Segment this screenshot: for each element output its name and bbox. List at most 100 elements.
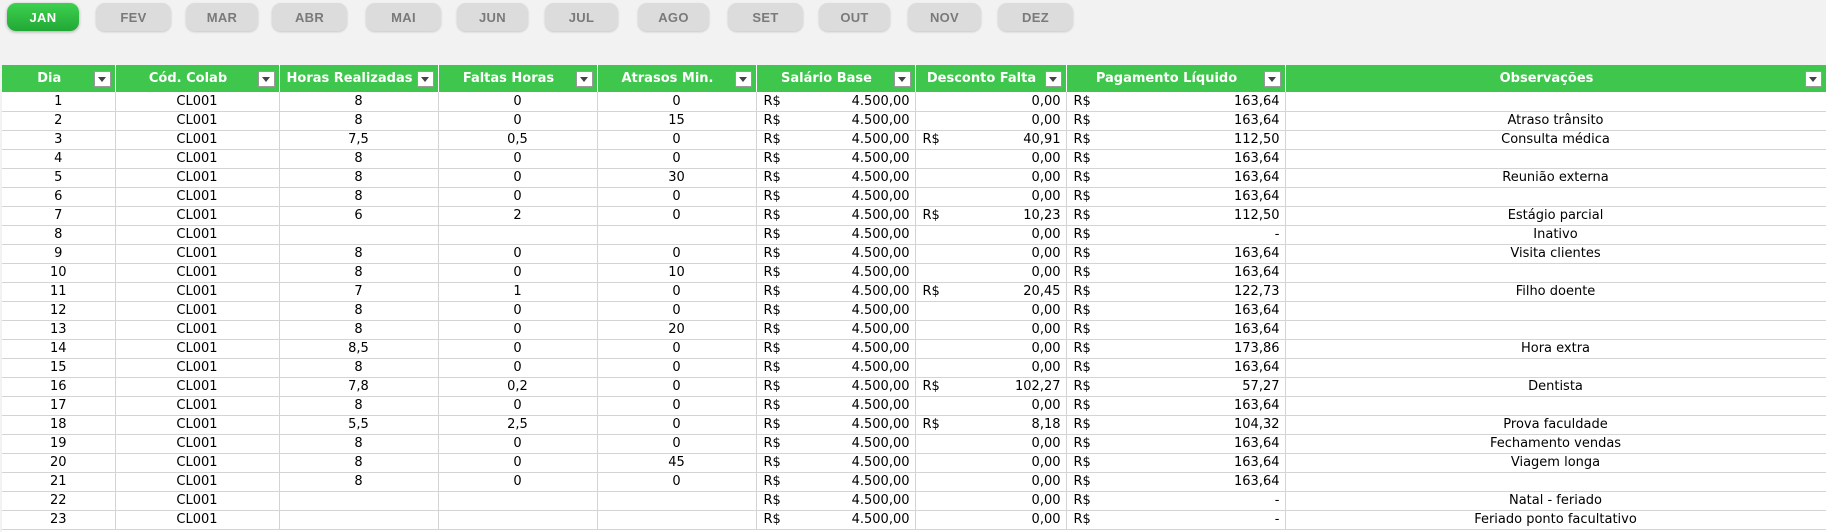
cell-cod-colab[interactable]: CL001 <box>115 168 280 188</box>
cell-observacoes[interactable] <box>1285 358 1826 378</box>
cell-desconto-falta[interactable]: 0,00 <box>915 168 1067 188</box>
cell-desconto-falta[interactable]: 0,00 <box>915 472 1067 492</box>
cell-faltas-horas[interactable]: 2,5 <box>438 415 598 435</box>
cell-cod-colab[interactable]: CL001 <box>115 434 280 454</box>
cell-faltas-horas[interactable] <box>438 491 598 511</box>
cell-atrasos-min[interactable]: 10 <box>597 263 757 283</box>
cell-salario-base[interactable]: R$ 4.500,00 <box>756 453 916 473</box>
cell-dia[interactable]: 9 <box>2 244 116 264</box>
cell-observacoes[interactable] <box>1285 187 1826 207</box>
cell-observacoes[interactable] <box>1285 92 1826 112</box>
cell-observacoes[interactable] <box>1285 396 1826 416</box>
cell-salario-base[interactable]: R$ 4.500,00 <box>756 358 916 378</box>
cell-pagamento-liquido[interactable]: R$ 163,64 <box>1066 92 1286 112</box>
cell-observacoes[interactable]: Fechamento vendas <box>1285 434 1826 454</box>
cell-atrasos-min[interactable]: 0 <box>597 434 757 454</box>
cell-horas-realizadas[interactable]: 8 <box>279 320 439 340</box>
cell-faltas-horas[interactable]: 0 <box>438 358 598 378</box>
cell-observacoes[interactable]: Visita clientes <box>1285 244 1826 264</box>
cell-salario-base[interactable]: R$ 4.500,00 <box>756 263 916 283</box>
cell-desconto-falta[interactable]: 0,00 <box>915 358 1067 378</box>
cell-pagamento-liquido[interactable]: R$ - <box>1066 491 1286 511</box>
cell-atrasos-min[interactable]: 0 <box>597 358 757 378</box>
filter-dropdown-icon[interactable] <box>257 71 275 87</box>
cell-observacoes[interactable]: Estágio parcial <box>1285 206 1826 226</box>
cell-horas-realizadas[interactable]: 8 <box>279 472 439 492</box>
cell-horas-realizadas[interactable]: 7,8 <box>279 377 439 397</box>
cell-atrasos-min[interactable]: 20 <box>597 320 757 340</box>
cell-pagamento-liquido[interactable]: R$ 163,64 <box>1066 320 1286 340</box>
cell-dia[interactable]: 4 <box>2 149 116 169</box>
cell-atrasos-min[interactable]: 0 <box>597 282 757 302</box>
cell-pagamento-liquido[interactable]: R$ 163,64 <box>1066 149 1286 169</box>
cell-cod-colab[interactable]: CL001 <box>115 377 280 397</box>
cell-pagamento-liquido[interactable]: R$ 112,50 <box>1066 130 1286 150</box>
cell-faltas-horas[interactable] <box>438 510 598 530</box>
cell-observacoes[interactable]: Prova faculdade <box>1285 415 1826 435</box>
filter-dropdown-icon[interactable] <box>1263 71 1281 87</box>
cell-cod-colab[interactable]: CL001 <box>115 472 280 492</box>
cell-faltas-horas[interactable]: 0 <box>438 320 598 340</box>
cell-observacoes[interactable] <box>1285 301 1826 321</box>
cell-atrasos-min[interactable] <box>597 225 757 245</box>
cell-salario-base[interactable]: R$ 4.500,00 <box>756 206 916 226</box>
cell-faltas-horas[interactable]: 0 <box>438 92 598 112</box>
cell-dia[interactable]: 23 <box>2 510 116 530</box>
cell-observacoes[interactable]: Viagem longa <box>1285 453 1826 473</box>
cell-horas-realizadas[interactable]: 8 <box>279 358 439 378</box>
cell-dia[interactable]: 3 <box>2 130 116 150</box>
cell-salario-base[interactable]: R$ 4.500,00 <box>756 377 916 397</box>
cell-horas-realizadas[interactable] <box>279 225 439 245</box>
month-button-jul[interactable]: JUL <box>545 3 618 31</box>
cell-cod-colab[interactable]: CL001 <box>115 320 280 340</box>
month-button-abr[interactable]: ABR <box>272 3 347 31</box>
month-button-set[interactable]: SET <box>728 3 803 31</box>
cell-dia[interactable]: 18 <box>2 415 116 435</box>
cell-horas-realizadas[interactable]: 8 <box>279 149 439 169</box>
cell-pagamento-liquido[interactable]: R$ - <box>1066 510 1286 530</box>
filter-dropdown-icon[interactable] <box>734 71 752 87</box>
cell-pagamento-liquido[interactable]: R$ 57,27 <box>1066 377 1286 397</box>
cell-cod-colab[interactable]: CL001 <box>115 92 280 112</box>
cell-faltas-horas[interactable]: 0 <box>438 396 598 416</box>
filter-dropdown-icon[interactable] <box>575 71 593 87</box>
cell-cod-colab[interactable]: CL001 <box>115 149 280 169</box>
cell-atrasos-min[interactable]: 0 <box>597 472 757 492</box>
cell-desconto-falta[interactable]: 0,00 <box>915 92 1067 112</box>
cell-desconto-falta[interactable]: 0,00 <box>915 396 1067 416</box>
cell-pagamento-liquido[interactable]: R$ 163,64 <box>1066 396 1286 416</box>
cell-dia[interactable]: 15 <box>2 358 116 378</box>
cell-atrasos-min[interactable]: 0 <box>597 130 757 150</box>
cell-cod-colab[interactable]: CL001 <box>115 396 280 416</box>
cell-horas-realizadas[interactable] <box>279 491 439 511</box>
cell-observacoes[interactable]: Reunião externa <box>1285 168 1826 188</box>
cell-dia[interactable]: 7 <box>2 206 116 226</box>
filter-dropdown-icon[interactable] <box>1044 71 1062 87</box>
cell-observacoes[interactable]: Natal - feriado <box>1285 491 1826 511</box>
cell-desconto-falta[interactable]: 0,00 <box>915 510 1067 530</box>
cell-faltas-horas[interactable]: 0 <box>438 453 598 473</box>
cell-desconto-falta[interactable]: 0,00 <box>915 225 1067 245</box>
cell-desconto-falta[interactable]: 0,00 <box>915 491 1067 511</box>
cell-dia[interactable]: 20 <box>2 453 116 473</box>
cell-observacoes[interactable]: Hora extra <box>1285 339 1826 359</box>
month-button-nov[interactable]: NOV <box>908 3 981 31</box>
cell-cod-colab[interactable]: CL001 <box>115 415 280 435</box>
month-button-ago[interactable]: AGO <box>638 3 709 31</box>
cell-pagamento-liquido[interactable]: R$ 163,64 <box>1066 453 1286 473</box>
month-button-dez[interactable]: DEZ <box>998 3 1073 31</box>
cell-faltas-horas[interactable] <box>438 225 598 245</box>
cell-pagamento-liquido[interactable]: R$ - <box>1066 225 1286 245</box>
cell-dia[interactable]: 21 <box>2 472 116 492</box>
cell-salario-base[interactable]: R$ 4.500,00 <box>756 472 916 492</box>
cell-salario-base[interactable]: R$ 4.500,00 <box>756 187 916 207</box>
cell-horas-realizadas[interactable]: 8,5 <box>279 339 439 359</box>
cell-cod-colab[interactable]: CL001 <box>115 130 280 150</box>
cell-cod-colab[interactable]: CL001 <box>115 111 280 131</box>
cell-faltas-horas[interactable]: 1 <box>438 282 598 302</box>
cell-salario-base[interactable]: R$ 4.500,00 <box>756 149 916 169</box>
cell-desconto-falta[interactable]: R$ 102,27 <box>915 377 1067 397</box>
cell-horas-realizadas[interactable]: 5,5 <box>279 415 439 435</box>
cell-dia[interactable]: 19 <box>2 434 116 454</box>
cell-salario-base[interactable]: R$ 4.500,00 <box>756 320 916 340</box>
